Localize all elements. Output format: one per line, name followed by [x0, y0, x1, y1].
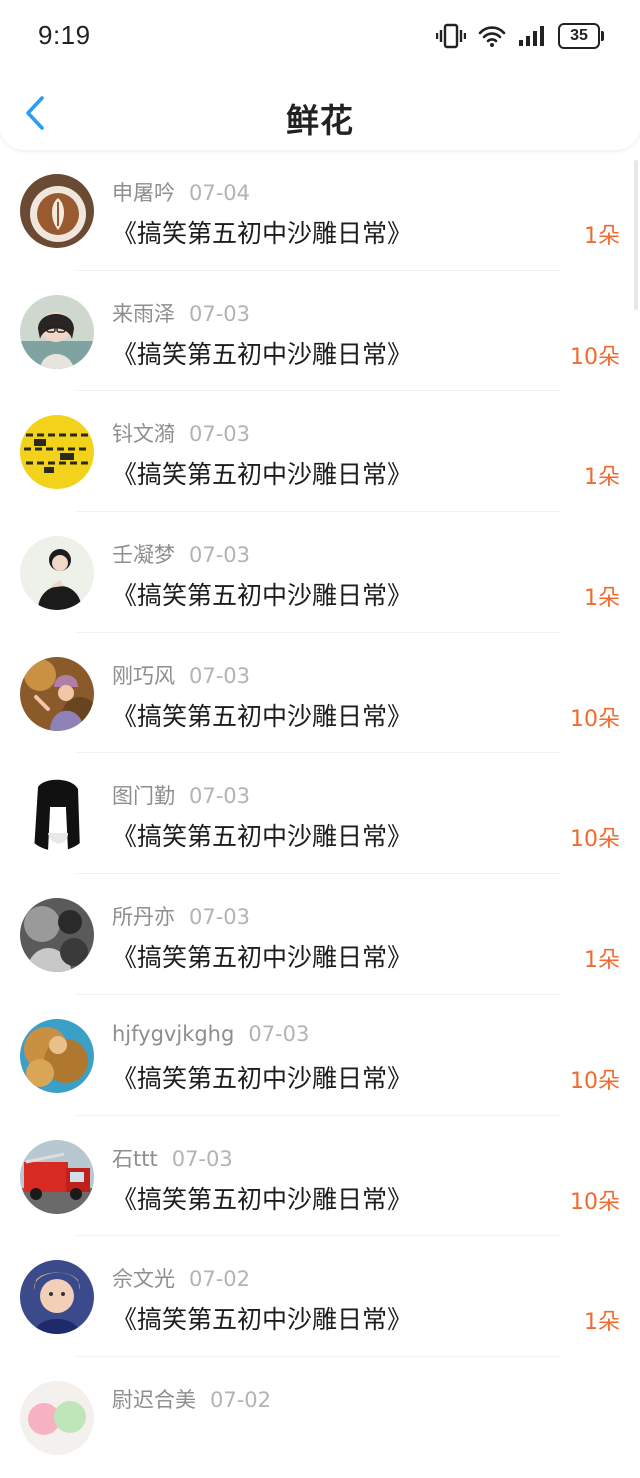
avatar[interactable] [20, 1260, 94, 1335]
book-title[interactable]: 《搞笑第五初中沙雕日常》 [112, 938, 412, 974]
user-name[interactable]: hjfygvjkghg [112, 1022, 234, 1046]
avatar[interactable] [20, 1139, 94, 1214]
flower-count: 10朵 [570, 1068, 620, 1094]
nav-bar: 鲜花 [0, 72, 640, 150]
user-name[interactable]: 尉迟合美 [112, 1388, 196, 1412]
user-name[interactable]: 刚巧风 [112, 664, 175, 688]
book-title[interactable]: 《搞笑第五初中沙雕日常》 [112, 697, 412, 733]
wifi-icon [478, 26, 506, 47]
list-item[interactable]: 申屠吟 07-04 《搞笑第五初中沙雕日常》 1朵 [0, 150, 640, 271]
avatar[interactable] [20, 294, 94, 369]
flower-count: 10朵 [570, 706, 620, 732]
item-date: 07-03 [189, 784, 251, 809]
item-meta: 所丹亦 07-03 [112, 901, 250, 931]
item-date: 07-03 [189, 543, 251, 568]
flower-count: 10朵 [570, 827, 620, 853]
avatar[interactable] [20, 777, 94, 852]
item-date: 07-03 [189, 422, 251, 447]
status-bar: 9:19 35 [0, 0, 640, 72]
item-meta: hjfygvjkghg 07-03 [112, 1022, 309, 1046]
flower-count: 1朵 [584, 948, 620, 974]
book-title[interactable]: 《搞笑第五初中沙雕日常》 [112, 817, 412, 853]
item-date: 07-03 [189, 663, 251, 688]
item-date: 07-03 [189, 301, 251, 326]
book-title[interactable]: 《搞笑第五初中沙雕日常》 [112, 1180, 412, 1216]
list-item[interactable]: 钭文漪 07-03 《搞笑第五初中沙雕日常》 1朵 [0, 391, 640, 513]
user-name[interactable]: 申屠吟 [112, 181, 175, 205]
list-item[interactable]: 所丹亦 07-03 《搞笑第五初中沙雕日常》 1朵 [0, 874, 640, 995]
book-title[interactable]: 《搞笑第五初中沙雕日常》 [112, 1300, 412, 1336]
list-item[interactable]: 石ttt 07-03 《搞笑第五初中沙雕日常》 10朵 [0, 1116, 640, 1237]
status-icons: 35 [436, 22, 604, 50]
avatar[interactable] [20, 536, 94, 611]
flower-list: 申屠吟 07-04 《搞笑第五初中沙雕日常》 1朵 来雨泽 07-03 《搞笑第五初… [0, 150, 640, 1478]
avatar[interactable] [20, 415, 94, 490]
item-meta: 图门勤 07-03 [112, 780, 250, 810]
book-title[interactable]: 《搞笑第五初中沙雕日常》 [112, 335, 412, 371]
item-date: 07-04 [189, 181, 251, 205]
avatar[interactable] [20, 898, 94, 973]
list-item[interactable]: 图门勤 07-03 《搞笑第五初中沙雕日常》 10朵 [0, 753, 640, 875]
item-meta: 石ttt 07-03 [112, 1143, 233, 1173]
flower-count: 1朵 [584, 465, 620, 491]
list-item[interactable]: 佘文光 07-02 《搞笑第五初中沙雕日常》 1朵 [0, 1236, 640, 1357]
item-meta: 刚巧风 07-03 [112, 660, 250, 690]
flower-count: 1朵 [584, 586, 620, 612]
book-title[interactable]: 《搞笑第五初中沙雕日常》 [112, 1059, 412, 1095]
flower-count: 10朵 [570, 1189, 620, 1215]
list-item[interactable]: 来雨泽 07-03 《搞笑第五初中沙雕日常》 10朵 [0, 271, 640, 392]
item-date: 07-02 [210, 1387, 272, 1412]
flower-count: 1朵 [584, 1310, 620, 1336]
list-item[interactable]: 尉迟合美 07-02 [0, 1357, 640, 1478]
user-name[interactable]: 钭文漪 [112, 422, 175, 446]
flower-count: 10朵 [570, 344, 620, 370]
item-date: 07-02 [189, 1267, 251, 1292]
book-title[interactable]: 《搞笑第五初中沙雕日常》 [112, 214, 412, 250]
list-item[interactable]: 壬凝梦 07-03 《搞笑第五初中沙雕日常》 1朵 [0, 512, 640, 633]
user-name[interactable]: 石ttt [112, 1147, 158, 1171]
avatar[interactable] [20, 656, 94, 731]
vibrate-icon [436, 23, 466, 49]
status-time: 9:19 [38, 20, 91, 50]
flower-count: 1朵 [584, 224, 620, 249]
avatar[interactable] [20, 1380, 94, 1455]
item-meta: 佘文光 07-02 [112, 1263, 250, 1293]
item-meta: 钭文漪 07-03 [112, 418, 250, 448]
user-name[interactable]: 来雨泽 [112, 302, 175, 326]
user-name[interactable]: 所丹亦 [112, 905, 175, 929]
avatar[interactable] [20, 1018, 94, 1093]
page-title: 鲜花 [286, 101, 354, 140]
book-title[interactable]: 《搞笑第五初中沙雕日常》 [112, 455, 412, 491]
item-date: 07-03 [248, 1021, 310, 1046]
item-meta: 尉迟合美 07-02 [112, 1384, 271, 1414]
battery-indicator: 35 [558, 23, 604, 49]
user-name[interactable]: 图门勤 [112, 784, 175, 808]
user-name[interactable]: 佘文光 [112, 1267, 175, 1291]
list-item[interactable]: hjfygvjkghg 07-03 《搞笑第五初中沙雕日常》 10朵 [0, 995, 640, 1116]
signal-icon [519, 26, 544, 46]
item-date: 07-03 [189, 905, 251, 930]
user-name[interactable]: 壬凝梦 [112, 543, 175, 567]
avatar[interactable] [20, 174, 94, 248]
item-meta: 壬凝梦 07-03 [112, 539, 250, 569]
list-item[interactable]: 刚巧风 07-03 《搞笑第五初中沙雕日常》 10朵 [0, 633, 640, 754]
book-title[interactable]: 《搞笑第五初中沙雕日常》 [112, 576, 412, 612]
item-date: 07-03 [171, 1146, 233, 1171]
item-meta: 申屠吟 07-04 [112, 177, 250, 207]
item-meta: 来雨泽 07-03 [112, 298, 250, 328]
